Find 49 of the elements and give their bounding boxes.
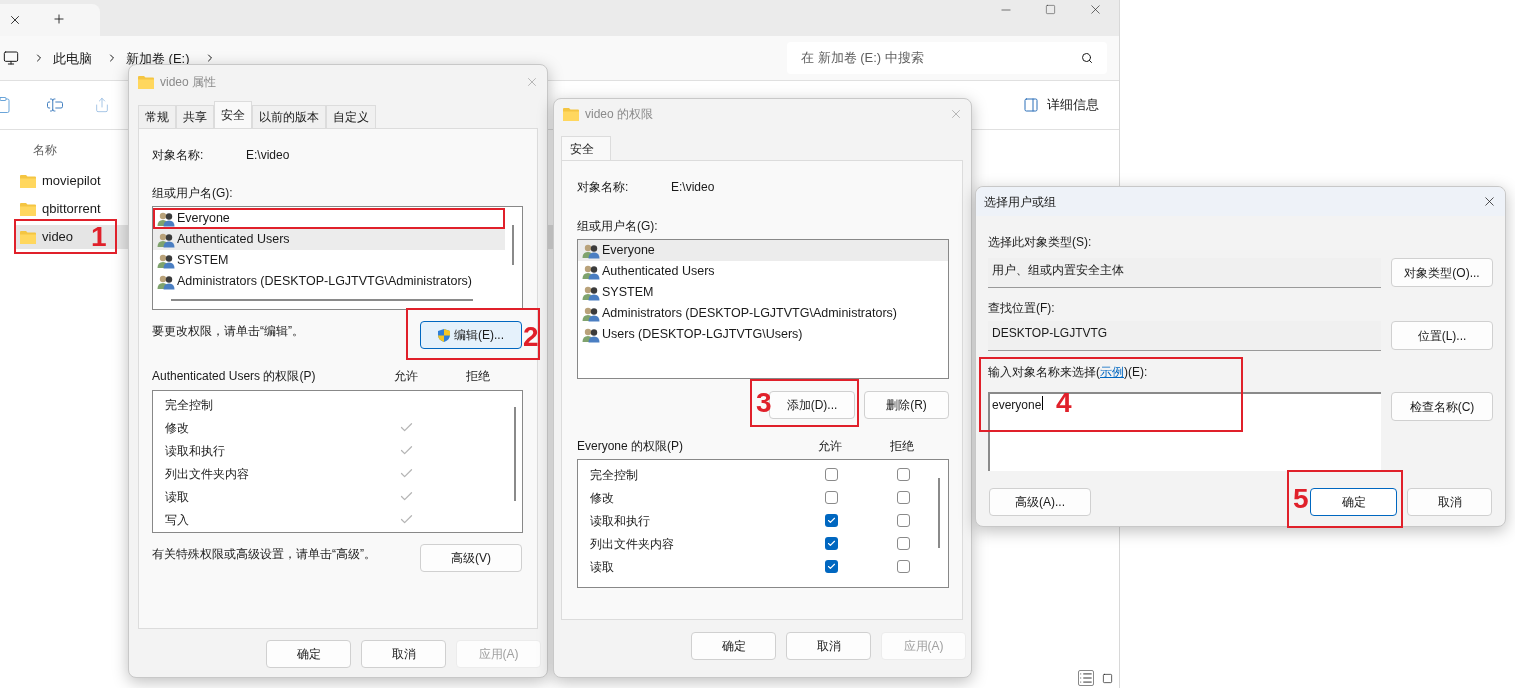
permissions-label: Authenticated Users 的权限(P) [152, 368, 317, 385]
permission-name: 修改 [589, 489, 615, 507]
hint-text: 有关特殊权限或高级设置，请单击“高级”。 [152, 546, 376, 563]
column-header: 允许 [817, 438, 843, 455]
field-label: 对象名称: [152, 147, 205, 164]
user-name: SYSTEM [177, 252, 229, 270]
field-value: E:\video [671, 179, 715, 196]
permission-name: 完全控制 [164, 396, 214, 414]
window-title: video 属性 [160, 74, 217, 91]
annotation-number: 3 [756, 387, 772, 419]
permission-name: 读取和执行 [164, 442, 226, 460]
file-name: qbittorrent [42, 200, 101, 219]
permissions-label: Everyone 的权限(P) [577, 438, 685, 455]
field-value: everyone [992, 397, 1042, 414]
field-label: 查找位置(F): [988, 300, 1056, 315]
user-name: Administrators (DESKTOP-LGJTVTG\Administrators) [177, 273, 472, 291]
user-name: Administrators (DESKTOP-LGJTVTG\Administrators) [602, 305, 897, 323]
user-name: Authenticated Users [177, 231, 290, 249]
window-title: 选择用户或组 [984, 193, 1056, 211]
user-name: SYSTEM [602, 284, 654, 302]
file-name: moviepilot [42, 172, 101, 191]
field-label: 组或用户名(G): [152, 185, 234, 200]
field-label: 选择此对象类型(S): [988, 234, 1093, 249]
field-label: 对象名称: [577, 179, 630, 196]
column-header: 拒绝 [465, 368, 491, 385]
column-header: 拒绝 [889, 438, 915, 455]
user-name: Authenticated Users [602, 263, 715, 281]
annotation-number: 1 [91, 221, 107, 253]
field-label: 输入对象名称来选择(示例)(E): [988, 364, 1149, 379]
permission-name: 完全控制 [589, 466, 639, 484]
search-placeholder: 在 新加卷 (E:) 中搜索 [801, 49, 924, 68]
permission-name: 读取 [164, 488, 190, 506]
file-name: video [42, 228, 74, 247]
user-name: Everyone [177, 210, 230, 228]
hint-text: 要更改权限，请单击“编辑”。 [152, 323, 304, 340]
permission-name: 读取 [589, 558, 615, 576]
field-value: E:\video [246, 147, 290, 164]
field-label: 组或用户名(G): [577, 218, 659, 233]
permission-name: 修改 [164, 419, 190, 437]
permission-name: 列出文件夹内容 [589, 535, 675, 553]
annotation-number: 5 [1293, 483, 1309, 515]
annotation-number: 2 [523, 321, 539, 353]
user-name: Everyone [602, 242, 655, 260]
permission-name: 写入 [164, 511, 190, 529]
window-title: video 的权限 [585, 106, 654, 123]
permission-name: 读取和执行 [589, 512, 651, 530]
permission-name: 列出文件夹内容 [164, 465, 250, 483]
user-name: Users (DESKTOP-LGJTVTG\Users) [602, 326, 803, 344]
column-header: 允许 [393, 368, 419, 385]
